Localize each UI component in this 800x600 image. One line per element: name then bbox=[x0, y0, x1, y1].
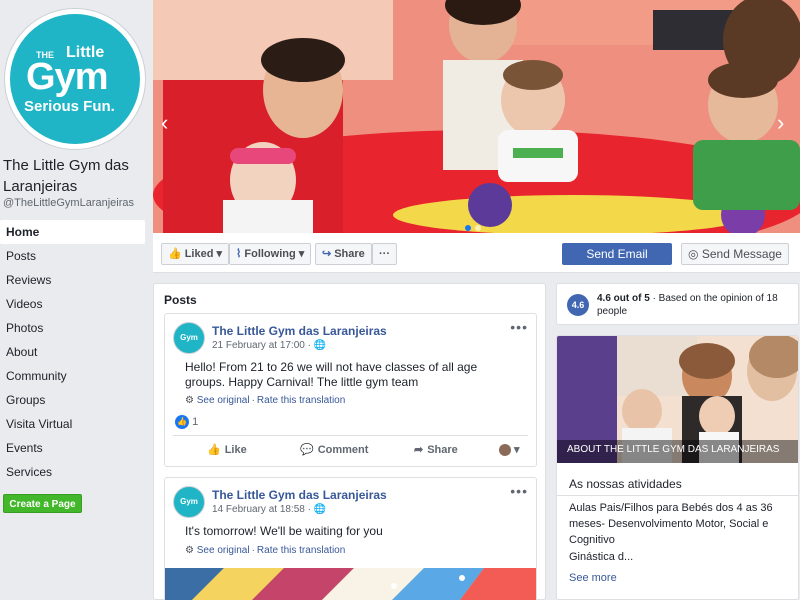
rss-icon: ⌇ bbox=[236, 248, 242, 260]
gear-icon: ⚙ bbox=[185, 545, 194, 556]
reaction-summary[interactable]: 👍 1 bbox=[175, 415, 198, 429]
about-card: ABOUT THE LITTLE GYM DAS LARANJEIRAS As … bbox=[556, 335, 799, 600]
share-label: Share bbox=[427, 444, 458, 456]
thumbs-up-icon: 👍 bbox=[168, 248, 182, 260]
post-as-selector[interactable]: ▾ bbox=[499, 443, 520, 457]
cover-prev-arrow-icon[interactable]: ‹ bbox=[161, 112, 168, 134]
about-divider bbox=[557, 495, 798, 496]
post-author-avatar[interactable]: Gym bbox=[173, 486, 205, 518]
cover-photo[interactable]: ‹ › bbox=[153, 0, 800, 233]
post-card: Gym The Little Gym das Laranjeiras 21 Fe… bbox=[164, 313, 537, 467]
post-timestamp[interactable]: 21 February at 17:00 · 🌐 bbox=[212, 340, 326, 351]
nav-item-reviews[interactable]: Reviews bbox=[0, 268, 145, 292]
comment-icon: 💬 bbox=[300, 444, 314, 456]
translation-bar: ⚙ See original · Rate this translation bbox=[185, 545, 346, 556]
share-arrow-icon: ➦ bbox=[414, 444, 424, 456]
post-author-avatar[interactable]: Gym bbox=[173, 322, 205, 354]
share-page-label: Share bbox=[334, 248, 365, 260]
logo-gym-text: Gym bbox=[26, 56, 108, 98]
logo-tagline: Serious Fun. bbox=[24, 98, 115, 115]
page-nav: Home Posts Reviews Videos Photos About C… bbox=[0, 220, 145, 484]
cover-dot-1[interactable] bbox=[465, 225, 471, 231]
rate-translation-link[interactable]: Rate this translation bbox=[257, 395, 345, 406]
page-title[interactable]: The Little Gym das Laranjeiras bbox=[3, 155, 151, 197]
post-body: It's tomorrow! We'll be waiting for you bbox=[185, 524, 383, 538]
rating-badge: 4.6 bbox=[567, 294, 589, 316]
nav-item-posts[interactable]: Posts bbox=[0, 244, 145, 268]
nav-item-home[interactable]: Home bbox=[0, 220, 145, 244]
share-icon: ↪ bbox=[322, 248, 332, 260]
share-button[interactable]: ➦ Share bbox=[414, 443, 458, 456]
nav-item-videos[interactable]: Videos bbox=[0, 292, 145, 316]
rating-card[interactable]: 4.6 4.6 out of 5 · Based on the opinion … bbox=[556, 283, 799, 325]
nav-item-about[interactable]: About bbox=[0, 340, 145, 364]
cover-next-arrow-icon[interactable]: › bbox=[777, 112, 784, 134]
post-author-link[interactable]: The Little Gym das Laranjeiras bbox=[212, 488, 387, 502]
translation-bar: ⚙ See original · Rate this translation bbox=[185, 395, 346, 406]
post-card: Gym The Little Gym das Laranjeiras 14 Fe… bbox=[164, 477, 537, 600]
rating-label: 4.6 out of 5 bbox=[597, 293, 650, 304]
post-action-row: 👍 Like 💬 Comment ➦ Share ▾ bbox=[173, 435, 528, 465]
comment-label: Comment bbox=[317, 444, 369, 456]
posts-heading: Posts bbox=[164, 293, 197, 307]
post-date-text: 21 February at 17:00 · bbox=[212, 340, 311, 351]
comment-button[interactable]: 💬 Comment bbox=[300, 443, 368, 456]
post-photo[interactable] bbox=[165, 568, 536, 600]
messenger-icon: ◎ bbox=[688, 247, 699, 261]
rating-summary: 4.6 out of 5 · Based on the opinion of 1… bbox=[597, 292, 793, 318]
post-options-icon[interactable]: ••• bbox=[510, 483, 528, 499]
page-logo: THE Little Gym Serious Fun. bbox=[10, 14, 140, 144]
post-photo-image bbox=[165, 568, 536, 600]
cover-pagination bbox=[465, 220, 485, 233]
send-message-button[interactable]: ◎ Send Message bbox=[681, 243, 789, 265]
following-label: Following bbox=[244, 248, 296, 260]
thumbs-up-outline-icon: 👍 bbox=[207, 444, 221, 456]
profile-picture[interactable]: THE Little Gym Serious Fun. bbox=[4, 8, 146, 150]
more-icon: ··· bbox=[379, 248, 390, 260]
liked-label: Liked bbox=[184, 248, 214, 260]
liked-button[interactable]: 👍 Liked ▾ bbox=[161, 243, 230, 265]
cover-photo-image bbox=[153, 0, 800, 233]
gear-icon: ⚙ bbox=[185, 395, 194, 406]
see-original-link[interactable]: See original bbox=[197, 395, 250, 406]
nav-item-community[interactable]: Community bbox=[0, 364, 145, 388]
like-reaction-icon: 👍 bbox=[175, 415, 189, 429]
like-label: Like bbox=[224, 444, 247, 456]
following-button[interactable]: ⌇ Following ▾ bbox=[229, 243, 312, 265]
rate-translation-link[interactable]: Rate this translation bbox=[257, 545, 345, 556]
post-body: Hello! From 21 to 26 we will not have cl… bbox=[185, 360, 478, 389]
post-author-link[interactable]: The Little Gym das Laranjeiras bbox=[212, 324, 387, 338]
share-page-button[interactable]: ↪ Share bbox=[315, 243, 372, 265]
nav-item-events[interactable]: Events bbox=[0, 436, 145, 460]
send-email-button[interactable]: Send Email bbox=[562, 243, 672, 265]
left-column: THE Little Gym Serious Fun. The Little G… bbox=[0, 0, 153, 600]
create-page-button[interactable]: Create a Page bbox=[3, 494, 82, 513]
post-options-icon[interactable]: ••• bbox=[510, 319, 528, 335]
globe-icon: 🌐 bbox=[313, 340, 327, 351]
about-subtext: Ginástica d... bbox=[569, 551, 634, 563]
more-options-button[interactable]: ··· bbox=[372, 243, 397, 265]
post-timestamp[interactable]: 14 February at 18:58 · 🌐 bbox=[212, 504, 326, 515]
cover-dot-2[interactable] bbox=[475, 225, 481, 231]
nav-item-services[interactable]: Services bbox=[0, 460, 145, 484]
page-avatar-small-icon bbox=[499, 444, 511, 457]
globe-icon: 🌐 bbox=[313, 504, 327, 515]
posts-section: Posts Gym The Little Gym das Laranjeiras… bbox=[153, 283, 546, 600]
about-heading: As nossas atividades bbox=[569, 477, 682, 491]
about-description: Aulas Pais/Filhos para Bebés dos 4 as 36… bbox=[569, 502, 773, 546]
post-date-text: 14 February at 18:58 · bbox=[212, 504, 311, 515]
page-handle[interactable]: @TheLittleGymLaranjeiras bbox=[3, 197, 134, 209]
reaction-count: 1 bbox=[192, 415, 199, 428]
nav-item-groups[interactable]: Groups bbox=[0, 388, 145, 412]
see-more-link[interactable]: See more bbox=[569, 572, 617, 584]
page-action-bar: 👍 Liked ▾ ⌇ Following ▾ ↪ Share ··· Send Em… bbox=[153, 233, 800, 273]
about-caption[interactable]: ABOUT THE LITTLE GYM DAS LARANJEIRAS bbox=[567, 444, 779, 455]
send-message-label: Send Message bbox=[701, 247, 782, 261]
see-original-link[interactable]: See original bbox=[197, 545, 250, 556]
nav-item-photos[interactable]: Photos bbox=[0, 316, 145, 340]
like-button[interactable]: 👍 Like bbox=[207, 443, 247, 456]
nav-item-visita-virtual[interactable]: Visita Virtual bbox=[0, 412, 145, 436]
